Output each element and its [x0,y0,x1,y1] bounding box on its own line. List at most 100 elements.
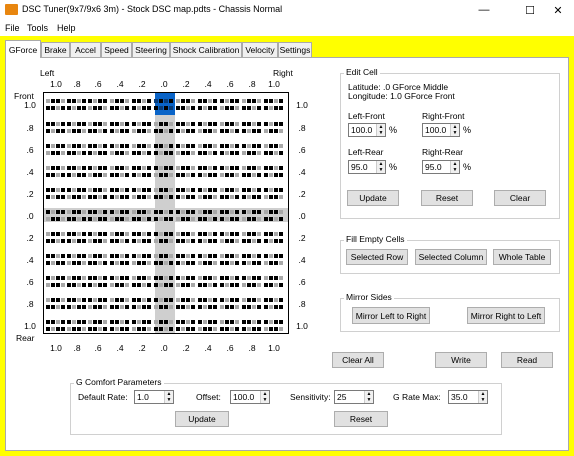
left-rear-spinner[interactable]: 95.0 ▲ ▼ [348,160,386,174]
tab-accel[interactable]: Accel [70,42,101,57]
grid-cell-marker [46,122,50,126]
grid-cell-marker [82,276,86,280]
grid-cell-marker [154,320,158,324]
comfort-update-button[interactable]: Update [175,411,229,427]
grid-cell-marker [137,210,141,214]
grid-cell-marker [176,217,180,221]
grid-cell-marker [72,254,76,258]
grid-cell-marker [159,144,163,148]
grid-cell-marker [61,217,65,221]
grid-cell-marker [242,283,246,287]
tab-settings[interactable]: Settings [278,42,312,57]
grid-cell-marker [120,305,124,309]
right-rear-spinner[interactable]: 95.0 ▲ ▼ [422,160,460,174]
clear-cell-button[interactable]: Clear [494,190,546,206]
grid-cell-marker [242,122,246,126]
grid-cell-marker [77,254,81,258]
grid-cell-marker [176,188,180,192]
tab-steering[interactable]: Steering [132,42,170,57]
minimize-button[interactable]: — [466,0,502,20]
grid-cell-marker [132,195,136,199]
close-button[interactable]: ✕ [540,0,574,20]
left-front-spinner[interactable]: 100.0 ▲ ▼ [348,123,386,137]
g-rate-max-spinner[interactable]: 35.0 ▲ ▼ [448,390,488,404]
comfort-reset-button[interactable]: Reset [334,411,388,427]
grid-cell-marker [169,129,173,133]
tab-shock-calibration[interactable]: Shock Calibration [170,42,242,57]
grid-cell-marker [181,327,185,331]
grid-cell-marker [159,261,163,265]
spinner-arrows-icon[interactable]: ▲ ▼ [450,161,459,173]
sensitivity-spinner[interactable]: 25 ▲ ▼ [334,390,374,404]
clear-all-button[interactable]: Clear All [332,352,384,368]
spinner-arrows-icon[interactable]: ▲ ▼ [376,161,385,173]
spinner-arrows-icon[interactable]: ▲ ▼ [450,124,459,136]
grid-cell-marker [154,305,158,309]
grid-cell-marker [213,327,217,331]
grid-cell-marker [164,261,168,265]
right-front-spinner[interactable]: 100.0 ▲ ▼ [422,123,460,137]
grid-cell-marker [274,261,278,265]
grid-cell-marker [274,327,278,331]
tab-speed[interactable]: Speed [101,42,132,57]
tab-velocity[interactable]: Velocity [242,42,278,57]
grid-cell-marker [132,151,136,155]
spinner-arrows-icon[interactable]: ▲ ▼ [478,391,487,403]
grid-cell-marker [242,327,246,331]
grid-cell-marker [93,166,97,170]
grid-cell-marker [186,210,190,214]
grid-cell-marker [252,298,256,302]
mirror-right-to-left-button[interactable]: Mirror Right to Left [467,307,545,324]
tab-gforce[interactable]: GForce [5,40,41,58]
left-rear-pct: % [389,162,398,172]
grid-cell-marker [125,254,129,258]
grid-cell-marker [125,239,129,243]
grid-cell-marker [72,144,76,148]
grid-cell-marker [264,99,268,103]
grid-cell-marker [77,122,81,126]
tab-brake[interactable]: Brake [41,42,70,57]
default-rate-spinner[interactable]: 1.0 ▲ ▼ [134,390,174,404]
grid-cell-marker [230,254,234,258]
grid-cell-marker [93,210,97,214]
grid-cell-marker [269,320,273,324]
write-button[interactable]: Write [435,352,487,368]
grid-cell-marker [269,99,273,103]
grid-cell-marker [82,305,86,309]
menu-file[interactable]: File [5,23,20,33]
grid-cell-marker [142,99,146,103]
grid-cell-marker [247,210,251,214]
fill-whole-table-button[interactable]: Whole Table [493,249,551,265]
spinner-arrows-icon[interactable]: ▲ ▼ [164,391,173,403]
grid-cell-marker [220,166,224,170]
grid-cell-marker [169,173,173,177]
grid-cell-marker [88,173,92,177]
menu-tools[interactable]: Tools [27,23,48,33]
grid-cell-marker [269,122,273,126]
update-cell-button[interactable]: Update [347,190,399,206]
right-front-pct: % [463,125,472,135]
grid-cell-marker [103,173,107,177]
mirror-left-to-right-button[interactable]: Mirror Left to Right [352,307,430,324]
grid-cell-marker [176,305,180,309]
right-label: Right [273,68,293,78]
grid-cell-marker [88,276,92,280]
grid-cell-marker [137,166,141,170]
selected-cell[interactable] [155,93,175,115]
right-front-label: Right-Front [422,111,465,121]
fill-selected-row-button[interactable]: Selected Row [346,249,408,265]
grid-cell-marker [225,239,229,243]
offset-spinner[interactable]: 100.0 ▲ ▼ [230,390,270,404]
spinner-arrows-icon[interactable]: ▲ ▼ [260,391,269,403]
grid-cell-marker [120,276,124,280]
read-button[interactable]: Read [501,352,553,368]
grid-cell-marker [220,254,224,258]
fill-selected-column-button[interactable]: Selected Column [415,249,487,265]
spinner-arrows-icon[interactable]: ▲ ▼ [376,124,385,136]
menu-help[interactable]: Help [57,23,76,33]
grid-cell-marker [88,327,92,331]
reset-cell-button[interactable]: Reset [421,190,473,206]
grid-cell-marker [191,327,195,331]
spinner-arrows-icon[interactable]: ▲ ▼ [364,391,373,403]
grid-cell-marker [142,129,146,133]
